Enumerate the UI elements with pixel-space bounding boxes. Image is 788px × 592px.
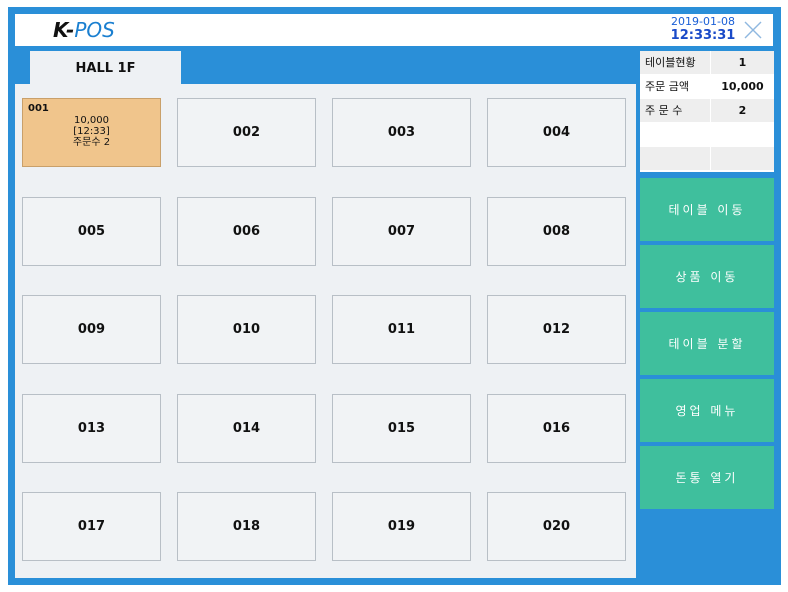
table-005[interactable]: 005: [22, 197, 161, 266]
info-row: 주 문 수 2: [640, 99, 774, 122]
close-icon: [744, 21, 762, 39]
table-008[interactable]: 008: [487, 197, 626, 266]
current-date: 2019-01-08: [671, 15, 735, 28]
table-009[interactable]: 009: [22, 295, 161, 364]
table-006[interactable]: 006: [177, 197, 316, 266]
info-value: 2: [710, 99, 774, 122]
info-value: [710, 123, 774, 146]
business-menu-button[interactable]: 영업 메뉴: [640, 379, 774, 442]
table-003[interactable]: 003: [332, 98, 471, 167]
table-010[interactable]: 010: [177, 295, 316, 364]
info-label: 주문 금액: [645, 80, 689, 93]
table-004[interactable]: 004: [487, 98, 626, 167]
info-label: 주 문 수: [645, 104, 683, 117]
table-019[interactable]: 019: [332, 492, 471, 561]
move-item-button[interactable]: 상품 이동: [640, 245, 774, 308]
info-value: [710, 147, 774, 170]
close-button[interactable]: [742, 19, 764, 41]
app-logo: K-POS: [53, 18, 115, 42]
table-007[interactable]: 007: [332, 197, 471, 266]
info-row: [640, 123, 774, 146]
header-bar: K-POS 2019-01-08 12:33:31: [15, 14, 773, 46]
info-value: 1: [710, 51, 774, 74]
table-001[interactable]: 001 10,000 [12:33] 주문수 2: [22, 98, 161, 167]
table-017[interactable]: 017: [22, 492, 161, 561]
info-label: 테이블현황: [645, 56, 696, 69]
table-amount: 10,000: [74, 115, 109, 126]
info-label: [640, 123, 710, 146]
table-018[interactable]: 018: [177, 492, 316, 561]
info-label: [640, 147, 710, 170]
table-grid: 001 10,000 [12:33] 주문수 2 002 003 004 005 006…: [15, 84, 636, 578]
logo-k: K-: [53, 18, 75, 42]
table-002[interactable]: 002: [177, 98, 316, 167]
datetime: 2019-01-08 12:33:31: [665, 15, 741, 43]
logo-pos: POS: [74, 18, 115, 42]
info-value: 10,000: [710, 75, 774, 98]
info-row: 주문 금액 10,000: [640, 75, 774, 98]
table-011[interactable]: 011: [332, 295, 471, 364]
current-time: 12:33:31: [670, 28, 736, 43]
info-row: 테이블현황 1: [640, 51, 774, 74]
move-table-button[interactable]: 테이블 이동: [640, 178, 774, 241]
table-014[interactable]: 014: [177, 394, 316, 463]
split-table-button[interactable]: 테이블 분할: [640, 312, 774, 375]
open-cash-drawer-button[interactable]: 돈통 열기: [640, 446, 774, 509]
table-012[interactable]: 012: [487, 295, 626, 364]
table-number: 001: [28, 103, 49, 114]
table-time: [12:33]: [73, 126, 110, 137]
table-015[interactable]: 015: [332, 394, 471, 463]
table-status-panel: 테이블현황 1 주문 금액 10,000 주 문 수 2: [640, 51, 774, 172]
table-016[interactable]: 016: [487, 394, 626, 463]
table-order-count: 주문수 2: [72, 137, 111, 148]
table-013[interactable]: 013: [22, 394, 161, 463]
info-row: [640, 147, 774, 170]
tab-hall-1f[interactable]: HALL 1F: [30, 51, 181, 84]
table-020[interactable]: 020: [487, 492, 626, 561]
